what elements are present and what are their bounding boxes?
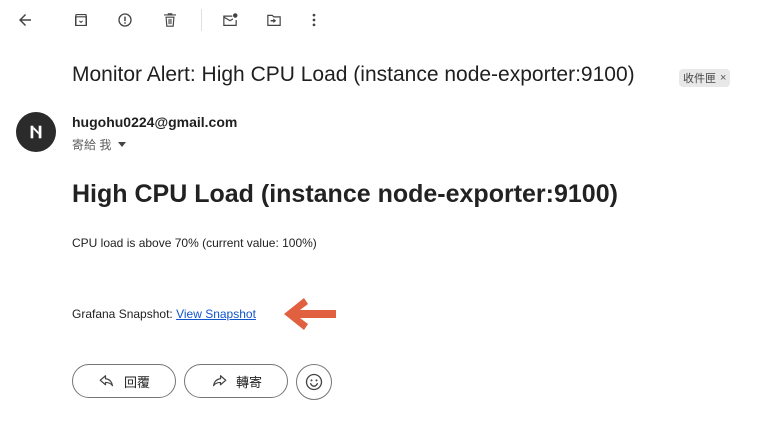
toolbar-divider xyxy=(201,9,202,31)
sender-avatar[interactable] xyxy=(16,112,56,152)
back-button[interactable] xyxy=(12,7,38,33)
reply-button[interactable]: 回覆 xyxy=(72,364,176,398)
snapshot-prefix: Grafana Snapshot: xyxy=(72,307,177,321)
inbox-label-text: 收件匣 xyxy=(683,73,716,85)
remove-label-icon[interactable]: × xyxy=(720,72,726,84)
forward-label: 轉寄 xyxy=(235,374,262,390)
view-snapshot-link[interactable]: View Snapshot xyxy=(176,307,256,321)
chevron-down-icon[interactable] xyxy=(118,142,127,147)
report-spam-button[interactable] xyxy=(112,7,138,33)
report-spam-icon xyxy=(118,13,132,27)
body-text: CPU load is above 70% (current value: 10… xyxy=(72,236,317,250)
move-to-button[interactable] xyxy=(261,7,287,33)
emoji-reaction-button[interactable] xyxy=(296,364,332,400)
sender-logo-icon xyxy=(30,125,42,139)
snapshot-line: Grafana Snapshot: View Snapshot xyxy=(72,307,256,321)
forward-icon xyxy=(212,375,227,387)
delete-button[interactable] xyxy=(157,7,183,33)
reply-label: 回覆 xyxy=(123,374,150,390)
inbox-label-chip[interactable]: 收件匣 × xyxy=(679,69,731,87)
smiley-icon xyxy=(305,373,323,391)
sender-email: hugohu0224@gmail.com xyxy=(72,114,238,130)
pointer-arrow-icon xyxy=(284,298,336,330)
delete-icon xyxy=(164,13,176,27)
back-arrow-icon xyxy=(19,14,31,26)
archive-button[interactable] xyxy=(68,7,94,33)
mark-unread-button[interactable] xyxy=(217,7,243,33)
body-heading: High CPU Load (instance node-exporter:91… xyxy=(72,180,618,208)
mark-unread-icon xyxy=(223,13,238,26)
more-vert-icon xyxy=(312,13,316,27)
archive-icon xyxy=(75,14,87,26)
email-subject: Monitor Alert: High CPU Load (instance n… xyxy=(72,63,635,86)
move-to-icon xyxy=(267,14,281,26)
recipient-text: 寄給 我 xyxy=(72,138,112,152)
recipient-details[interactable]: 寄給 我 xyxy=(72,136,127,153)
forward-button[interactable]: 轉寄 xyxy=(184,364,288,398)
more-options-button[interactable] xyxy=(301,7,327,33)
reply-icon xyxy=(99,375,114,387)
